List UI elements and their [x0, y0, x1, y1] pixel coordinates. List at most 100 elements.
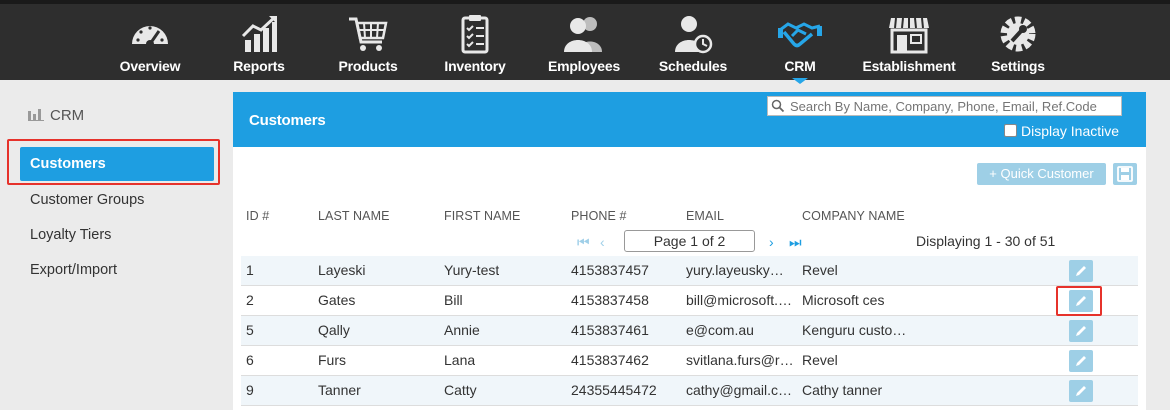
- nav-label: Reports: [233, 58, 285, 74]
- cell-phone: 4153837457: [571, 262, 649, 278]
- cell-company: Revel: [802, 262, 838, 278]
- nav-label: Overview: [119, 58, 181, 74]
- next-page-icon[interactable]: ›: [769, 234, 774, 250]
- gear-wrench-icon: [1000, 16, 1036, 52]
- cell-id: 2: [246, 292, 254, 308]
- cell-company: Cathy tanner: [802, 382, 883, 398]
- save-button[interactable]: [1113, 163, 1137, 185]
- nav-reports[interactable]: Reports: [220, 8, 298, 80]
- edit-button[interactable]: [1069, 260, 1093, 282]
- storefront-icon: [889, 17, 929, 54]
- cell-email: svitlana.furs@r…: [686, 352, 794, 368]
- edit-button[interactable]: [1069, 350, 1093, 372]
- display-inactive-label: Display Inactive: [1021, 123, 1120, 139]
- sidebar-item-loyalty-tiers[interactable]: Loyalty Tiers: [20, 218, 214, 252]
- table-row[interactable]: 2 Gates Bill 4153837458 bill@microsoft.……: [241, 286, 1138, 316]
- column-header-last-name[interactable]: LAST NAME: [318, 209, 390, 223]
- sidebar-item-customer-groups[interactable]: Customer Groups: [20, 183, 214, 217]
- nav-label: Schedules: [658, 58, 728, 74]
- floppy-disk-icon: [1117, 166, 1133, 182]
- cell-id: 5: [246, 322, 254, 338]
- clipboard-icon: [461, 15, 489, 54]
- sidebar-item-label: Customer Groups: [30, 192, 145, 208]
- cell-email: e@com.au: [686, 322, 754, 338]
- cell-id: 9: [246, 382, 254, 398]
- cell-phone: 4153837462: [571, 352, 649, 368]
- people-icon: [564, 17, 602, 52]
- cell-email: bill@microsoft.…: [686, 292, 793, 308]
- cell-first-name: Catty: [444, 382, 477, 398]
- cell-company: Revel: [802, 352, 838, 368]
- quick-customer-button[interactable]: + Quick Customer: [977, 163, 1106, 185]
- edit-button[interactable]: [1069, 320, 1093, 342]
- nav-employees[interactable]: Employees: [544, 8, 624, 80]
- cell-last-name: Gates: [318, 292, 356, 308]
- sidebar-heading: CRM: [28, 107, 84, 124]
- column-header-phone[interactable]: PHONE #: [571, 209, 627, 223]
- cell-first-name: Lana: [444, 352, 476, 368]
- cell-email: yury.layeusky…: [686, 262, 784, 278]
- bar-chart-icon: [241, 15, 277, 52]
- cell-first-name: Annie: [444, 322, 480, 338]
- cell-last-name: Layeski: [318, 262, 366, 278]
- cell-id: 6: [246, 352, 254, 368]
- column-header-email[interactable]: EMAIL: [686, 209, 724, 223]
- cell-company: Microsoft ces: [802, 292, 885, 308]
- highlight-box-edit: [1056, 286, 1102, 316]
- table-row[interactable]: 5 Qally Annie 4153837461 e@com.au Kengur…: [241, 316, 1138, 346]
- speedometer-icon: [132, 26, 168, 48]
- last-page-icon[interactable]: ⏭: [789, 234, 802, 251]
- display-inactive-checkbox[interactable]: [1004, 124, 1017, 137]
- sidebar-item-label: Export/Import: [30, 262, 118, 278]
- handshake-icon: [778, 22, 822, 48]
- nav-products[interactable]: Products: [330, 8, 406, 80]
- display-inactive-toggle[interactable]: Display Inactive: [1004, 123, 1119, 139]
- nav-label: Products: [338, 58, 398, 74]
- nav-establishment[interactable]: Establishment: [860, 8, 958, 80]
- sidebar-heading-label: CRM: [50, 107, 85, 124]
- pencil-icon: [1076, 386, 1086, 396]
- panel-title: Customers: [249, 112, 326, 129]
- column-header-id[interactable]: ID #: [246, 209, 269, 223]
- cell-phone: 24355445472: [571, 382, 657, 398]
- search-input[interactable]: [767, 96, 1122, 116]
- cell-email: cathy@gmail.c…: [686, 382, 793, 398]
- table-row[interactable]: 9 Tanner Catty 24355445472 cathy@gmail.c…: [241, 376, 1138, 406]
- person-clock-icon: [675, 16, 713, 54]
- displaying-count: Displaying 1 - 30 of 51: [916, 233, 1056, 249]
- highlight-box-customers: [7, 139, 220, 185]
- cell-first-name: Bill: [444, 292, 463, 308]
- sidebar: CRM Customers Customer Groups Loyalty Ti…: [0, 80, 222, 410]
- cell-first-name: Yury-test: [444, 262, 500, 278]
- sidebar-item-label: Loyalty Tiers: [30, 227, 112, 243]
- nav-label: Employees: [547, 58, 621, 74]
- nav-label: Settings: [991, 58, 1045, 74]
- shopping-cart-icon: [349, 17, 388, 51]
- bar-chart-icon: [28, 109, 44, 121]
- first-page-icon[interactable]: ⏮: [577, 234, 590, 251]
- nav-label: Inventory: [444, 58, 506, 74]
- prev-page-icon[interactable]: ‹: [600, 234, 605, 250]
- cell-id: 1: [246, 262, 254, 278]
- cell-phone: 4153837458: [571, 292, 649, 308]
- nav-inventory[interactable]: Inventory: [438, 8, 512, 80]
- column-header-first-name[interactable]: FIRST NAME: [444, 209, 520, 223]
- page-indicator[interactable]: Page 1 of 2: [624, 230, 755, 252]
- table-row[interactable]: 1 Layeski Yury-test 4153837457 yury.laye…: [241, 256, 1138, 286]
- customers-panel: Customers Display Inactive + Quick Custo…: [233, 92, 1146, 410]
- column-header-company-name[interactable]: COMPANY NAME: [802, 209, 905, 223]
- pencil-icon: [1076, 266, 1086, 276]
- sidebar-item-export-import[interactable]: Export/Import: [20, 253, 214, 287]
- cell-last-name: Qally: [318, 322, 350, 338]
- nav-crm[interactable]: CRM: [770, 8, 830, 80]
- top-navigation: Overview Reports Products Inventory Empl…: [0, 0, 1170, 84]
- pencil-icon: [1076, 356, 1086, 366]
- nav-label: CRM: [784, 58, 816, 74]
- nav-settings[interactable]: Settings: [986, 8, 1050, 80]
- nav-label: Establishment: [862, 58, 956, 74]
- nav-overview[interactable]: Overview: [108, 8, 192, 80]
- edit-button[interactable]: [1069, 380, 1093, 402]
- active-nav-caret: [792, 78, 808, 84]
- nav-schedules[interactable]: Schedules: [654, 8, 732, 80]
- table-row[interactable]: 6 Furs Lana 4153837462 svitlana.furs@r… …: [241, 346, 1138, 376]
